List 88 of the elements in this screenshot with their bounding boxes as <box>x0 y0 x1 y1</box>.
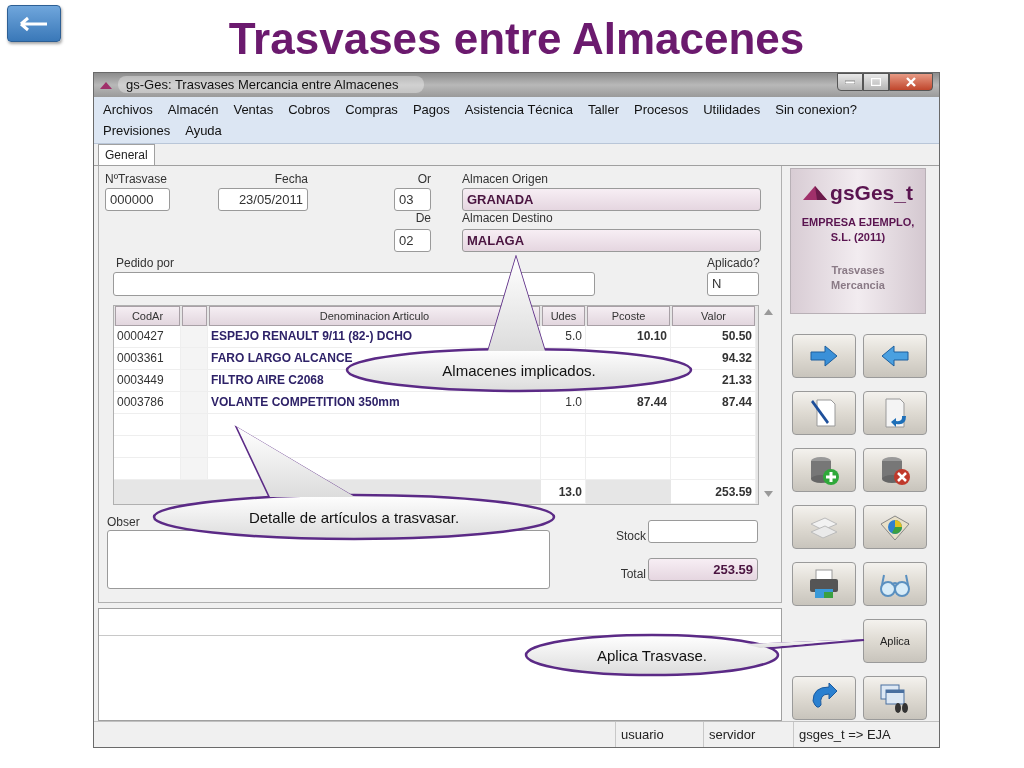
menu-item[interactable]: Procesos <box>634 101 689 117</box>
status-field: usuario <box>615 722 703 747</box>
table-cell: 87.44 <box>586 392 671 415</box>
column-header: Udes <box>542 306 585 327</box>
maximize-icon <box>871 78 881 86</box>
menu-item[interactable]: Sin conexion? <box>775 101 857 117</box>
table-cell: 0003449 <box>114 370 181 393</box>
menu-item[interactable]: Ayuda <box>185 122 222 138</box>
field-label: Fecha <box>273 172 308 189</box>
field-label: De <box>414 211 431 228</box>
field-label: Almacen Destino <box>462 211 554 228</box>
scroll-down-icon <box>764 491 773 498</box>
total-cell: 253.59 <box>671 480 756 505</box>
menu-item[interactable]: Utilidades <box>703 101 761 117</box>
field-label: Almacen Origen <box>462 172 550 189</box>
field-label: Obser <box>107 515 140 530</box>
stock-field[interactable] <box>648 520 758 544</box>
arrow-left-icon <box>19 15 49 32</box>
status-field: servidor <box>703 722 793 747</box>
menu-item[interactable]: Taller <box>587 101 619 117</box>
table-cell: 0003786 <box>114 392 181 415</box>
table-cell: 0003361 <box>114 348 181 371</box>
toolbar-button[interactable] <box>863 448 927 493</box>
menu-item[interactable]: Almacén <box>167 101 219 117</box>
table-cell: 5.0 <box>541 326 586 349</box>
field-label: Aplicado? <box>707 256 759 273</box>
callout-text: Detalle de artículos a trasvasar. <box>248 508 460 526</box>
table-cell: 1.0 <box>541 392 586 415</box>
notes-field[interactable] <box>107 530 550 590</box>
code-field[interactable]: 03 <box>394 188 431 212</box>
brand-name: gsGes_t <box>830 181 913 206</box>
minimize-button[interactable] <box>837 73 863 91</box>
pyramid-icon <box>803 186 828 201</box>
number-field[interactable]: 000000 <box>105 188 170 212</box>
warehouse-field[interactable]: MALAGA <box>462 229 761 253</box>
scroll-up-icon <box>764 309 773 316</box>
status-field: gsges_t => EJA <box>793 722 935 747</box>
menu-item[interactable]: Asistencia Técnica <box>464 101 573 117</box>
total-cell: 13.0 <box>541 480 586 505</box>
tab[interactable]: General <box>98 144 155 166</box>
requested-by-field[interactable] <box>113 272 595 297</box>
app-logo-icon <box>100 81 112 89</box>
menu-item[interactable]: Cobros <box>288 101 331 117</box>
table-cell <box>181 458 208 481</box>
warehouse-field[interactable]: GRANADA <box>462 188 761 212</box>
column-header: CodAr <box>115 306 180 327</box>
table-cell: 10.10 <box>586 326 671 349</box>
table-cell: VOLANTE COMPETITION 350mm <box>208 392 541 415</box>
field-label: NºTrasvase <box>105 172 168 189</box>
toolbar-button[interactable] <box>792 391 856 436</box>
callout-text: Aplica Trasvase. <box>597 646 707 664</box>
column-header <box>182 306 207 327</box>
menu-item[interactable]: Archivos <box>103 101 153 117</box>
slide-title: Trasvases entre Almacenes <box>227 14 806 65</box>
date-field[interactable]: 23/05/2011 <box>218 188 308 212</box>
company-name: EMPRESA EJEMPLO, S.L. (2011) <box>801 215 915 246</box>
menu-item[interactable]: Ventas <box>233 101 274 117</box>
table-cell: 87.44 <box>671 392 756 415</box>
maximize-button[interactable] <box>863 73 889 91</box>
toolbar-button[interactable] <box>792 676 856 721</box>
module-name: Trasvases Mercancia <box>831 263 885 294</box>
menu-item[interactable]: Previsiones <box>103 122 171 138</box>
field-label: Stock <box>615 529 647 544</box>
column-header: Pcoste <box>587 306 670 327</box>
field-label: Pedido por <box>115 256 176 273</box>
field-label: Or <box>416 172 431 189</box>
toolbar-button[interactable] <box>863 676 927 721</box>
close-button[interactable] <box>889 73 933 91</box>
table-cell: 0000427 <box>114 326 181 349</box>
toolbar-button[interactable] <box>792 448 856 493</box>
table-cell <box>541 458 586 481</box>
menu-item[interactable]: Pagos <box>412 101 450 117</box>
close-icon <box>906 77 916 87</box>
back-button[interactable] <box>7 5 61 42</box>
applied-field[interactable]: N <box>707 272 759 297</box>
menu-item[interactable]: Compras <box>345 101 398 117</box>
column-header: Valor <box>672 306 755 327</box>
minimize-icon <box>845 80 855 84</box>
table-cell: 50.50 <box>671 326 756 349</box>
field-label: Total <box>619 567 647 582</box>
total-field[interactable]: 253.59 <box>648 558 758 582</box>
table-cell: 21.33 <box>671 370 756 393</box>
window-title: gs-Ges: Trasvases Mercancia entre Almacenes <box>118 76 424 94</box>
table-cell <box>181 326 208 349</box>
toolbar-button[interactable] <box>792 562 856 607</box>
table-cell: 94.32 <box>671 348 756 371</box>
code-field[interactable]: 02 <box>394 229 431 253</box>
apply-button[interactable]: Aplica <box>863 619 927 664</box>
